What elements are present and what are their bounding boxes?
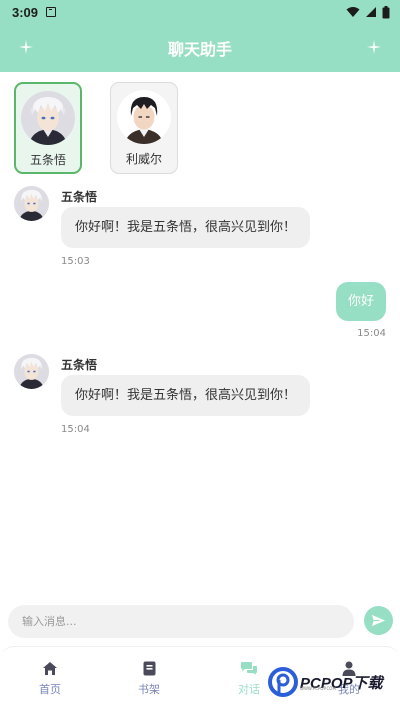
message-bubble: 你好啊！我是五条悟，很高兴见到你！ — [61, 375, 311, 416]
page-title: 聊天助手 — [167, 40, 232, 59]
bookshelf-icon — [143, 661, 155, 676]
app-header: 聊天助手 — [0, 24, 400, 72]
sender-name: 五条悟 — [61, 358, 98, 372]
nav-item-home[interactable]: 首页 — [20, 661, 80, 697]
gojo-avatar-icon — [14, 186, 49, 221]
nav-label: 首页 — [39, 683, 61, 696]
status-time: 3:09 — [12, 4, 39, 20]
levi-avatar-icon — [117, 90, 171, 144]
watermark: PCPOP下载 WWW.PCPOP.COM — [268, 664, 394, 700]
notification-a-icon — [46, 7, 57, 17]
nav-label: 对话 — [238, 683, 260, 696]
character-selector: 五条悟 利威尔 — [0, 72, 400, 180]
sender-name: 五条悟 — [61, 190, 98, 204]
message-input-bar — [0, 600, 400, 644]
message-time: 15:03 — [61, 256, 90, 267]
message-input[interactable] — [8, 605, 354, 638]
chat-icon — [241, 662, 257, 675]
avatar — [14, 354, 49, 389]
avatar — [21, 91, 75, 145]
character-card-levi[interactable]: 利威尔 — [110, 82, 178, 174]
send-button[interactable] — [364, 606, 393, 635]
watermark-logo-icon — [268, 667, 298, 697]
gojo-avatar-icon — [14, 354, 49, 389]
avatar — [14, 186, 49, 221]
nav-item-bookshelf[interactable]: 书架 — [119, 661, 179, 697]
message-time: 15:04 — [61, 424, 90, 435]
chat-area[interactable]: 五条悟 你好啊！我是五条悟，很高兴见到你！ 15:03 你好 15:04 五条悟… — [0, 180, 400, 600]
send-icon — [371, 614, 386, 627]
gojo-avatar-icon — [21, 91, 75, 145]
watermark-subtext: WWW.PCPOP.COM — [300, 686, 336, 691]
sparkle-right-icon[interactable] — [364, 37, 384, 57]
battery-icon — [382, 5, 390, 18]
status-bar: 3:09 — [0, 0, 400, 24]
nav-label: 书架 — [138, 683, 160, 696]
sparkle-left-icon[interactable] — [16, 37, 36, 57]
message-bubble-outgoing: 你好 — [335, 282, 386, 321]
avatar — [117, 90, 171, 144]
character-card-gojo[interactable]: 五条悟 — [14, 82, 82, 174]
message-bubble: 你好啊！我是五条悟，很高兴见到你！ — [61, 207, 311, 248]
character-name: 五条悟 — [29, 153, 66, 167]
home-icon — [43, 662, 57, 675]
wifi-icon — [346, 7, 360, 17]
message-time: 15:04 — [357, 328, 386, 339]
signal-icon — [366, 7, 376, 17]
character-name: 利威尔 — [125, 152, 162, 166]
status-icons — [346, 5, 390, 19]
